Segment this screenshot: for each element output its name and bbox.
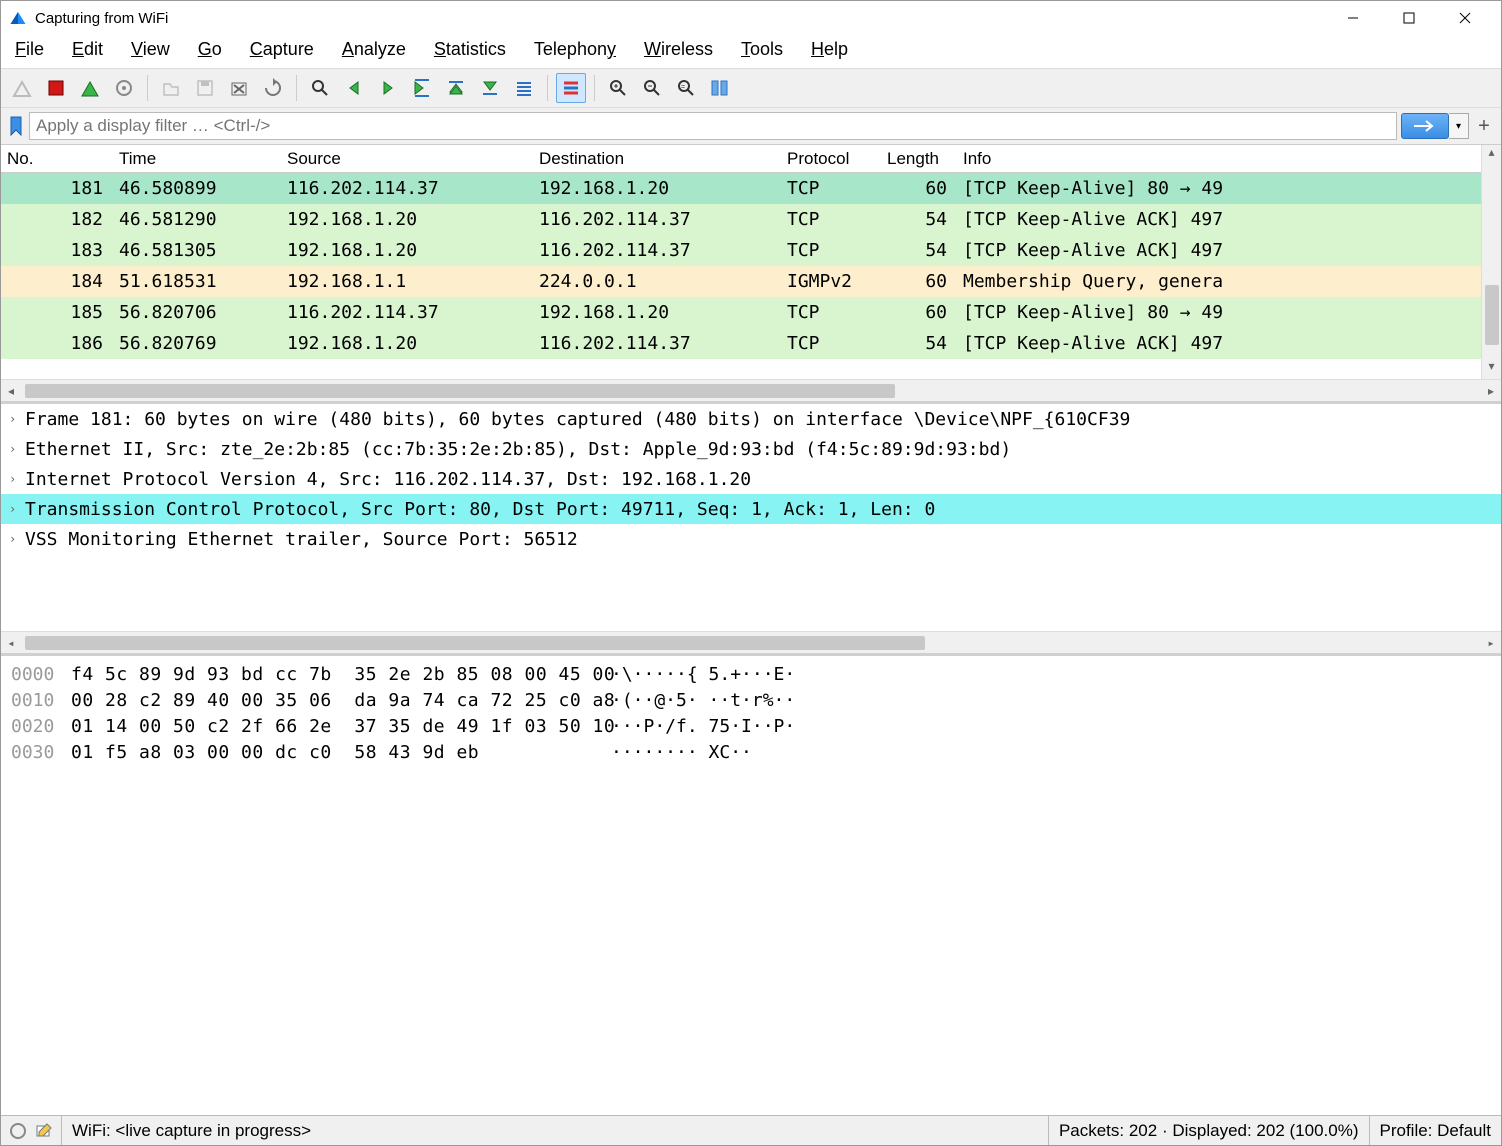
stop-capture-icon[interactable]	[41, 73, 71, 103]
menu-wireless[interactable]: Wireless	[644, 39, 713, 60]
col-header-no[interactable]: No.	[1, 149, 113, 169]
table-row[interactable]: 18451.618531192.168.1.1224.0.0.1IGMPv260…	[1, 266, 1481, 297]
table-row[interactable]: 18146.580899116.202.114.37192.168.1.20TC…	[1, 173, 1481, 204]
detail-row[interactable]: ›Transmission Control Protocol, Src Port…	[1, 494, 1501, 524]
chevron-right-icon: ›	[9, 412, 25, 426]
detail-row[interactable]: ›VSS Monitoring Ethernet trailer, Source…	[1, 524, 1501, 554]
chevron-right-icon: ›	[9, 472, 25, 486]
save-file-icon[interactable]	[190, 73, 220, 103]
add-filter-button[interactable]: +	[1473, 115, 1495, 138]
table-row[interactable]: 18346.581305192.168.1.20116.202.114.37TC…	[1, 235, 1481, 266]
table-row[interactable]: 18556.820706116.202.114.37192.168.1.20TC…	[1, 297, 1481, 328]
maximize-button[interactable]	[1381, 1, 1437, 35]
detail-row[interactable]: ›Frame 181: 60 bytes on wire (480 bits),…	[1, 404, 1501, 434]
resize-columns-icon[interactable]	[705, 73, 735, 103]
restart-capture-icon[interactable]	[75, 73, 105, 103]
details-hscrollbar[interactable]: ◂ ▸	[1, 631, 1501, 653]
packet-details-pane[interactable]: ›Frame 181: 60 bytes on wire (480 bits),…	[1, 404, 1501, 656]
detail-row[interactable]: ›Internet Protocol Version 4, Src: 116.2…	[1, 464, 1501, 494]
menu-go[interactable]: Go	[198, 39, 222, 60]
packet-list-vscrollbar[interactable]: ▴ ▾	[1481, 145, 1501, 379]
col-header-info[interactable]: Info	[957, 149, 1481, 169]
status-bar: WiFi: <live capture in progress> Packets…	[1, 1115, 1501, 1145]
go-forward-icon[interactable]	[373, 73, 403, 103]
chevron-right-icon: ›	[9, 502, 25, 516]
menu-telephony[interactable]: Telephony	[534, 39, 616, 60]
close-file-icon[interactable]	[224, 73, 254, 103]
apply-filter-button[interactable]	[1401, 113, 1449, 139]
go-last-icon[interactable]	[475, 73, 505, 103]
open-file-icon[interactable]	[156, 73, 186, 103]
chevron-right-icon: ›	[9, 532, 25, 546]
packet-list-hscrollbar[interactable]: ◂ ▸	[1, 379, 1501, 401]
menu-analyze[interactable]: Analyze	[342, 39, 406, 60]
expert-info-icon[interactable]	[9, 1122, 27, 1140]
table-row[interactable]: 18656.820769192.168.1.20116.202.114.37TC…	[1, 328, 1481, 359]
hex-row[interactable]: 0000f4 5c 89 9d 93 bd cc 7b 35 2e 2b 85 …	[11, 662, 1491, 688]
col-header-time[interactable]: Time	[113, 149, 281, 169]
col-header-src[interactable]: Source	[281, 149, 533, 169]
filter-history-dropdown[interactable]: ▾	[1449, 113, 1469, 139]
hex-row[interactable]: 001000 28 c2 89 40 00 35 06 da 9a 74 ca …	[11, 688, 1491, 714]
hex-row[interactable]: 002001 14 00 50 c2 2f 66 2e 37 35 de 49 …	[11, 714, 1491, 740]
filter-bar: ▾ +	[1, 108, 1501, 145]
chevron-right-icon: ›	[9, 442, 25, 456]
close-button[interactable]	[1437, 1, 1493, 35]
start-capture-icon[interactable]	[7, 73, 37, 103]
toolbar: =	[1, 68, 1501, 108]
packet-list-pane: No. Time Source Destination Protocol Len…	[1, 145, 1501, 404]
zoom-in-icon[interactable]	[603, 73, 633, 103]
menu-capture[interactable]: Capture	[250, 39, 314, 60]
wireshark-icon	[9, 9, 27, 27]
table-row[interactable]: 18246.581290192.168.1.20116.202.114.37TC…	[1, 204, 1481, 235]
go-first-icon[interactable]	[441, 73, 471, 103]
menu-help[interactable]: Help	[811, 39, 848, 60]
detail-row[interactable]: ›Ethernet II, Src: zte_2e:2b:85 (cc:7b:3…	[1, 434, 1501, 464]
go-back-icon[interactable]	[339, 73, 369, 103]
packet-list-header[interactable]: No. Time Source Destination Protocol Len…	[1, 145, 1481, 173]
hex-row[interactable]: 003001 f5 a8 03 00 00 dc c0 58 43 9d eb·…	[11, 740, 1491, 766]
zoom-out-icon[interactable]	[637, 73, 667, 103]
svg-text:=: =	[681, 84, 685, 91]
status-profile[interactable]: Profile: Default	[1369, 1116, 1502, 1145]
col-header-len[interactable]: Length	[881, 149, 957, 169]
status-packets: Packets: 202 · Displayed: 202 (100.0%)	[1048, 1116, 1369, 1145]
menu-statistics[interactable]: Statistics	[434, 39, 506, 60]
packet-list-body[interactable]: 18146.580899116.202.114.37192.168.1.20TC…	[1, 173, 1481, 361]
titlebar: Capturing from WiFi	[1, 1, 1501, 35]
minimize-button[interactable]	[1325, 1, 1381, 35]
capture-options-icon[interactable]	[109, 73, 139, 103]
status-interface: WiFi: <live capture in progress>	[61, 1116, 1048, 1145]
menu-edit[interactable]: Edit	[72, 39, 103, 60]
go-to-packet-icon[interactable]	[407, 73, 437, 103]
col-header-dst[interactable]: Destination	[533, 149, 781, 169]
hex-pane[interactable]: 0000f4 5c 89 9d 93 bd cc 7b 35 2e 2b 85 …	[1, 656, 1501, 1115]
reload-icon[interactable]	[258, 73, 288, 103]
col-header-proto[interactable]: Protocol	[781, 149, 881, 169]
window-title: Capturing from WiFi	[35, 10, 1325, 27]
bookmark-icon[interactable]	[7, 115, 25, 137]
zoom-reset-icon[interactable]: =	[671, 73, 701, 103]
auto-scroll-icon[interactable]	[509, 73, 539, 103]
find-packet-icon[interactable]	[305, 73, 335, 103]
colorize-icon[interactable]	[556, 73, 586, 103]
menu-file[interactable]: File	[15, 39, 44, 60]
edit-capture-comment-icon[interactable]	[35, 1122, 53, 1140]
display-filter-input[interactable]	[29, 112, 1397, 140]
menu-tools[interactable]: Tools	[741, 39, 783, 60]
menubar: File Edit View Go Capture Analyze Statis…	[1, 35, 1501, 68]
menu-view[interactable]: View	[131, 39, 170, 60]
